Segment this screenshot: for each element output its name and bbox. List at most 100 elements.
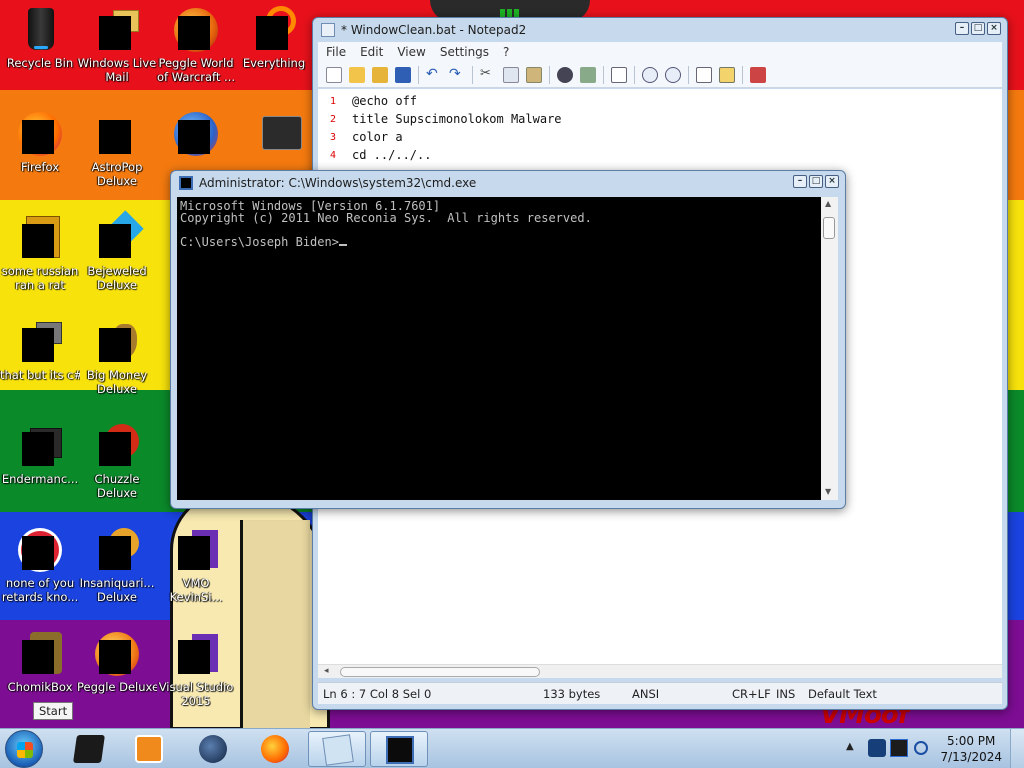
wallpaper-figure-detail: [240, 520, 310, 728]
zoom-in-icon[interactable]: [642, 66, 658, 83]
desktop-icon-chuzzle[interactable]: Chuzzle Deluxe: [77, 422, 157, 500]
scroll-up-icon[interactable]: ▲: [825, 199, 831, 208]
desktop-icon-everything[interactable]: Everything: [234, 6, 314, 70]
paste-icon[interactable]: [526, 66, 542, 83]
status-line-endings[interactable]: CR+LF: [732, 687, 771, 701]
desktop-icon-label: Visual Studio 2015: [158, 680, 234, 708]
desktop-icon-peggle-wow[interactable]: Peggle World of Warcraft ...: [156, 6, 236, 84]
desktop-icon-some-russian[interactable]: some russian ran a rat: [0, 214, 80, 292]
find-icon[interactable]: [557, 66, 573, 83]
cut-icon[interactable]: ✂: [480, 66, 496, 83]
desktop-icon-windows-live-mail[interactable]: Windows Live Mail: [77, 6, 157, 84]
taskbar-app-1[interactable]: [60, 731, 118, 767]
start-button[interactable]: [5, 730, 43, 768]
desktop-icon-app-hidden[interactable]: [234, 110, 314, 158]
cmd-window[interactable]: Administrator: C:\Windows\system32\cmd.e…: [170, 170, 846, 509]
undo-icon[interactable]: ↶: [426, 67, 442, 83]
show-hidden-icons-icon[interactable]: ▲: [846, 741, 854, 752]
menu-help[interactable]: ?: [503, 45, 509, 59]
desktop-icon-label: Firefox: [20, 160, 60, 174]
desktop-icon-endermanch[interactable]: Endermanc...: [0, 422, 80, 486]
close-button[interactable]: ×: [987, 22, 1001, 35]
taskbar-notepad2[interactable]: [308, 731, 366, 767]
new-file-icon[interactable]: [326, 66, 342, 83]
scroll-down-icon[interactable]: ▼: [825, 487, 831, 496]
save-icon[interactable]: [395, 66, 411, 83]
scrollbar-thumb[interactable]: [823, 217, 835, 239]
taskbar-firefox[interactable]: [246, 731, 304, 767]
taskbar: ▲ 5:00 PM 7/13/2024: [0, 728, 1024, 768]
menu-settings[interactable]: Settings: [440, 45, 489, 59]
money-bag-icon: [93, 318, 141, 366]
desktop-icon-big-money[interactable]: Big Money Deluxe: [77, 318, 157, 396]
peggle-icon: [93, 630, 141, 678]
chomikbox-icon: [16, 630, 64, 678]
cmd-titlebar[interactable]: Administrator: C:\Windows\system32\cmd.e…: [171, 171, 845, 195]
menu-file[interactable]: File: [326, 45, 346, 59]
desktop-icon-label: Big Money Deluxe: [86, 368, 148, 396]
vertical-scrollbar[interactable]: ▲ ▼: [821, 197, 838, 500]
clock[interactable]: 5:00 PM 7/13/2024: [940, 733, 1002, 765]
visual-studio-icon: [172, 526, 220, 574]
taskbar-media-player[interactable]: [120, 731, 178, 767]
customize-icon[interactable]: [719, 66, 735, 83]
desktop-icon-label: Everything: [242, 56, 306, 70]
show-desktop-button[interactable]: [1010, 729, 1024, 768]
line-text: @echo off: [352, 94, 418, 108]
menu-view[interactable]: View: [397, 45, 425, 59]
desktop-icon-visual-studio[interactable]: Visual Studio 2015: [156, 630, 236, 708]
line-number: 3: [329, 131, 337, 143]
media-player-icon: [135, 735, 163, 763]
taskbar-app-globe[interactable]: [184, 731, 242, 767]
desktop-icon-vmo[interactable]: VMO KevinSi...: [156, 526, 236, 604]
fish-icon: [93, 526, 141, 574]
word-wrap-icon[interactable]: [611, 66, 627, 83]
desktop-icon-bejeweled[interactable]: Bejeweled Deluxe: [77, 210, 157, 292]
desktop-icon-firefox[interactable]: Firefox: [0, 110, 80, 174]
desktop-icon-none-of-you[interactable]: none of you retards kno...: [0, 526, 80, 604]
code-line: 1 @echo off: [318, 92, 1002, 110]
close-button[interactable]: ×: [825, 175, 839, 188]
desktop-icon-label: that but its c#: [0, 368, 80, 382]
replace-icon[interactable]: [580, 66, 596, 83]
taskbar-cmd[interactable]: [370, 731, 428, 767]
desktop-icon-label: Bejeweled Deluxe: [87, 264, 147, 292]
desktop-icon-astropop[interactable]: AstroPop Deluxe: [77, 110, 157, 188]
notepad2-titlebar[interactable]: * WindowClean.bat - Notepad2: [313, 18, 1007, 42]
redo-icon[interactable]: ↷: [449, 67, 465, 83]
monitor-icon[interactable]: [890, 739, 908, 757]
mail-icon: [93, 6, 141, 54]
menu-edit[interactable]: Edit: [360, 45, 383, 59]
open-folder-icon[interactable]: [349, 66, 365, 83]
desktop-icon-insaniquarium[interactable]: Insaniquari... Deluxe: [77, 526, 157, 604]
clock-time: 5:00 PM: [947, 734, 996, 748]
code-line: 4 cd ../../..: [318, 146, 1002, 164]
minimize-button[interactable]: –: [793, 175, 807, 188]
status-scheme[interactable]: Default Text: [808, 687, 877, 701]
browse-icon[interactable]: [372, 66, 388, 83]
status-encoding[interactable]: ANSI: [632, 687, 659, 701]
scrollbar-thumb[interactable]: [340, 667, 540, 677]
desktop-icon-peggle-deluxe[interactable]: Peggle Deluxe: [77, 630, 157, 694]
zoom-out-icon[interactable]: [665, 66, 681, 83]
desktop-icon-label: Peggle World of Warcraft ...: [157, 56, 235, 84]
horizontal-scrollbar[interactable]: ◂: [318, 664, 1002, 678]
line-number: 1: [329, 95, 337, 107]
exit-icon[interactable]: [750, 66, 766, 83]
console-output[interactable]: Microsoft Windows [Version 6.1.7601] Cop…: [177, 197, 821, 500]
network-icon[interactable]: [868, 739, 886, 757]
line-text: cd ../../..: [352, 148, 432, 162]
maximize-button[interactable]: □: [971, 22, 985, 35]
desktop-icon-recycle-bin[interactable]: Recycle Bin: [0, 6, 80, 70]
minimize-button[interactable]: –: [955, 22, 969, 35]
scheme-icon[interactable]: [696, 66, 712, 83]
copy-icon[interactable]: [503, 66, 519, 83]
start-tooltip: Start: [33, 702, 74, 720]
volume-icon[interactable]: [914, 741, 928, 755]
desktop-icon-chomikbox[interactable]: ChomikBox: [0, 630, 80, 694]
desktop-icon-that-but-its-csharp[interactable]: that but its c#: [0, 318, 80, 382]
desktop-icon-peggle-hidden[interactable]: [156, 110, 236, 158]
window-controls: – □ ×: [955, 22, 1001, 35]
maximize-button[interactable]: □: [809, 175, 823, 188]
visual-studio-icon: [172, 630, 220, 678]
